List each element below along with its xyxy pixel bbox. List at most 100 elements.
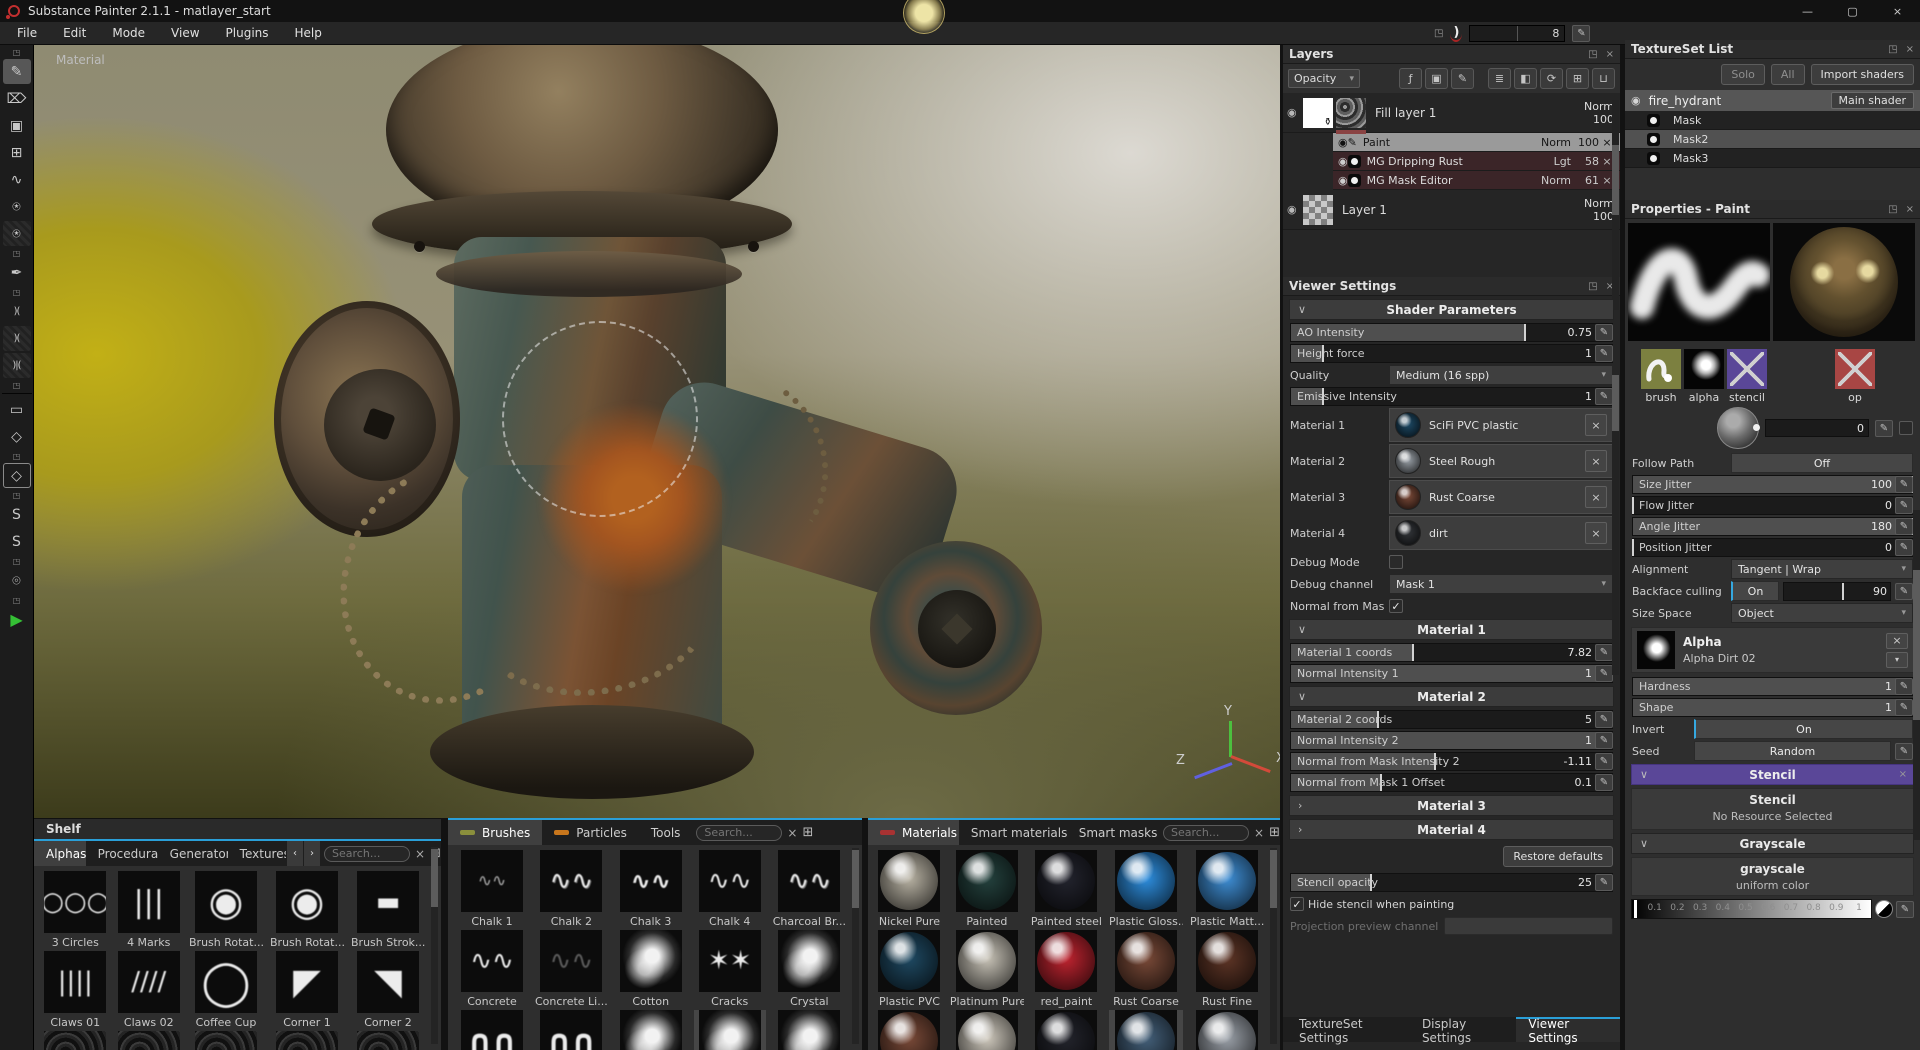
slider-ao-intensity[interactable]: AO Intensity0.75✎ — [1290, 323, 1613, 342]
shelf-item[interactable] — [351, 1031, 425, 1050]
clone-tool[interactable]: ⍟ — [3, 194, 31, 219]
tile-brush[interactable]: brush — [1641, 349, 1681, 404]
shelf-item[interactable]: Plastic PVC — [876, 930, 943, 1008]
select-quality[interactable]: Medium (16 spp)▾ — [1389, 365, 1613, 385]
visibility-icon[interactable]: ◉ — [1287, 203, 1303, 216]
shelf-item[interactable] — [615, 1010, 687, 1050]
symmetry-popup[interactable]: ◳ — [3, 379, 31, 391]
clear-search-icon[interactable]: × — [415, 847, 425, 861]
shelf-item[interactable]: ∿∿Chalk 1 — [456, 850, 528, 928]
close-panel-icon[interactable]: × — [1606, 49, 1614, 60]
edit-value-icon[interactable]: ✎ — [1895, 518, 1913, 535]
stroke-opacity-icon[interactable]: ) — [1450, 25, 1462, 42]
visibility-icon[interactable]: ◉ — [1338, 174, 1348, 187]
edit-value-icon[interactable]: ✎ — [1595, 732, 1613, 749]
shelf-item[interactable]: ◉Brush Rotat... — [270, 871, 344, 949]
add-adjustment-icon[interactable]: ⟳ — [1540, 68, 1563, 89]
shelf-item[interactable]: Plastic Gloss... — [1109, 850, 1183, 928]
shelf-item[interactable]: Platinum Pure — [950, 930, 1024, 1008]
edit-value-icon[interactable]: ✎ — [1595, 665, 1613, 682]
menu-plugins[interactable]: Plugins — [213, 23, 282, 43]
edit-value-icon[interactable]: ✎ — [1895, 743, 1913, 760]
menu-view[interactable]: View — [158, 23, 212, 43]
edit-mask-icon[interactable]: ✎ — [1451, 68, 1474, 89]
layers-scrollbar[interactable] — [1612, 100, 1619, 310]
substance-source-button[interactable]: S — [3, 502, 31, 527]
maximize-button[interactable]: ▢ — [1830, 0, 1875, 22]
symmetry-y-toggle[interactable]: )|( — [3, 353, 31, 378]
undock-icon[interactable]: ◳ — [1888, 204, 1897, 215]
solo-button[interactable]: Solo — [1721, 64, 1765, 85]
edit-value-icon[interactable]: ✎ — [1895, 497, 1913, 514]
slider-handle[interactable] — [1842, 583, 1844, 600]
slider-size-jitter[interactable]: Size Jitter100✎ — [1632, 475, 1913, 494]
shelf-scrollbar[interactable] — [852, 848, 859, 1044]
environment-preview[interactable] — [1773, 223, 1915, 341]
menu-edit[interactable]: Edit — [50, 23, 99, 43]
shelf-item[interactable]: ∿∿Charcoal Br... — [773, 850, 846, 928]
menu-mode[interactable]: Mode — [99, 23, 158, 43]
layer-row[interactable]: ◉Layer 1Norm100 — [1283, 190, 1620, 230]
shelf-item[interactable] — [42, 1031, 109, 1050]
slider-normal-intensity-1[interactable]: Normal Intensity 11✎ — [1290, 664, 1613, 683]
slider-flow-jitter[interactable]: Flow Jitter0✎ — [1632, 496, 1913, 515]
clear-search-icon[interactable]: × — [787, 826, 797, 840]
edit-value-icon[interactable]: ✎ — [1595, 774, 1613, 791]
slider-emissive-intensity[interactable]: Emissive Intensity1✎ — [1290, 387, 1613, 406]
material-picker[interactable]: SciFi PVC plastic× — [1389, 408, 1613, 442]
checkbox-debug-mode[interactable] — [1389, 555, 1403, 569]
main-shader-button[interactable]: Main shader — [1831, 92, 1914, 109]
select-alignment[interactable]: Tangent | Wrap▾ — [1731, 559, 1913, 579]
follow-path-toggle[interactable]: Off — [1731, 453, 1913, 473]
clear-search-icon[interactable]: × — [1254, 826, 1264, 840]
stroke-preview[interactable] — [1628, 223, 1770, 341]
shelf-item[interactable]: ◯Coffee Cup — [189, 951, 263, 1029]
edit-value-icon[interactable]: ✎ — [1595, 388, 1613, 405]
scroll-tabs-right-icon[interactable]: › — [304, 841, 320, 866]
tab-particles[interactable]: Particles — [542, 820, 639, 845]
channel-row[interactable]: Mask3 — [1625, 149, 1920, 168]
shelf-scrollbar[interactable] — [1270, 848, 1277, 1044]
checkbox-normal-from-masks[interactable]: ✓ — [1389, 599, 1403, 613]
visibility-icon[interactable]: ◉ — [1287, 106, 1303, 119]
tab-textureset-settings[interactable]: TextureSet Settings — [1287, 1017, 1410, 1042]
shelf-item[interactable]: Crystal — [773, 930, 846, 1008]
clone-textured-tool[interactable]: ⍟ — [3, 221, 31, 246]
tab-display-settings[interactable]: Display Settings — [1410, 1017, 1516, 1042]
symmetry-toggle[interactable]: )( — [3, 299, 31, 324]
angle-edit-icon[interactable]: ✎ — [1875, 420, 1893, 437]
slider-normal-from-mask-1-offset[interactable]: Normal from Mask 1 Offset0.1✎ — [1290, 773, 1613, 792]
add-folder-icon[interactable]: ⊞ — [1566, 68, 1589, 89]
angle-value-slider[interactable]: 0 — [1765, 419, 1869, 437]
search-input[interactable] — [1163, 825, 1249, 841]
shelf-item[interactable]: ◥Corner 2 — [351, 951, 425, 1029]
tab-materials[interactable]: Materials — [868, 820, 959, 845]
shelf-item[interactable]: Rust Coarse — [1109, 930, 1183, 1008]
backface-toggle[interactable]: On — [1731, 581, 1779, 601]
layer-effect-row[interactable]: ◉MG Mask EditorNorm61× — [1333, 171, 1620, 190]
shelf-item[interactable] — [116, 1031, 183, 1050]
shelf-scrollbar[interactable] — [431, 847, 438, 1044]
close-button[interactable]: × — [1875, 0, 1920, 22]
edit-value-icon[interactable]: ✎ — [1595, 644, 1613, 661]
substance-store-button[interactable]: S — [3, 529, 31, 554]
undock-icon[interactable]: ◳ — [1588, 49, 1597, 60]
slider-angle-jitter[interactable]: Angle Jitter180✎ — [1632, 517, 1913, 536]
shelf-item[interactable]: |||4 Marks — [116, 871, 183, 949]
layer-mask-thumbnail[interactable] — [1303, 98, 1333, 128]
slider-normal-from-mask-intensity-2[interactable]: Normal from Mask Intensity 2-1.11✎ — [1290, 752, 1613, 771]
alpha-resource-card[interactable]: Alpha Alpha Dirt 02 × ▾ — [1631, 627, 1914, 673]
screenshot-popup[interactable]: ◳ — [3, 594, 31, 606]
tab-procedurals[interactable]: Procedurals — [86, 841, 158, 866]
shelf-item[interactable] — [270, 1031, 344, 1050]
grayscale-edit-icon[interactable]: ✎ — [1896, 901, 1914, 918]
edit-value-icon[interactable]: ✎ — [1595, 324, 1613, 341]
edit-value-icon[interactable]: ✎ — [1595, 711, 1613, 728]
blend-mode-select[interactable]: Opacity ▾ — [1288, 69, 1360, 88]
restore-defaults-button[interactable]: Restore defaults — [1503, 846, 1613, 867]
picker-popup[interactable]: ◳ — [3, 286, 31, 298]
clear-alpha-button[interactable]: × — [1886, 633, 1908, 649]
edit-value-icon[interactable]: ✎ — [1895, 699, 1913, 716]
select-size-space[interactable]: Object▾ — [1731, 603, 1913, 623]
layer-effect-row[interactable]: ◉MG Dripping RustLgt58× — [1333, 152, 1620, 171]
